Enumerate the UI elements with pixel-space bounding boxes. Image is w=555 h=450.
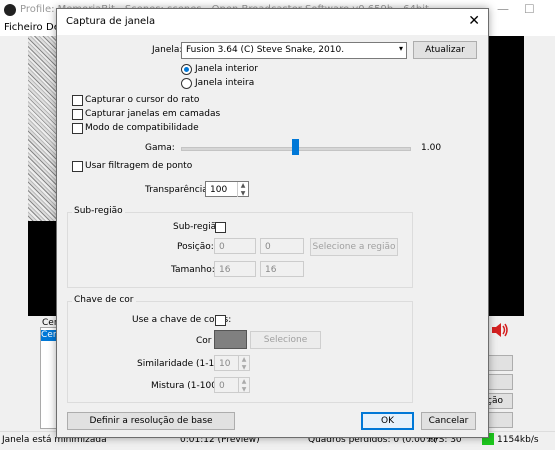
close-icon[interactable]: ✕ bbox=[468, 13, 480, 29]
window-select-value: Fusion 3.64 (C) Steve Snake, 2010. bbox=[186, 45, 345, 55]
transparency-input[interactable]: 100 ▲ ▼ bbox=[205, 181, 249, 197]
dialog-title-bar: Captura de janela ✕ bbox=[57, 9, 488, 35]
blend-value: 0 bbox=[219, 381, 225, 391]
color-swatch[interactable] bbox=[214, 330, 247, 349]
compat-mode-checkbox[interactable] bbox=[72, 123, 83, 134]
refresh-button[interactable]: Atualizar bbox=[413, 41, 477, 59]
colorkey-group-title: Chave de cor bbox=[72, 295, 136, 305]
spin-arrows-icon[interactable]: ▲ ▼ bbox=[238, 356, 249, 371]
position-label: Posição: bbox=[177, 242, 214, 252]
capture-layered-label: Capturar janelas em camadas bbox=[85, 109, 221, 119]
set-base-resolution-button[interactable]: Definir a resolução de base bbox=[67, 412, 235, 430]
capture-cursor-checkbox[interactable] bbox=[72, 95, 83, 106]
window-label: Janela: bbox=[152, 45, 183, 55]
size-label: Tamanho: bbox=[171, 265, 215, 275]
cancel-button[interactable]: Cancelar bbox=[421, 412, 476, 430]
window-capture-dialog: Captura de janela ✕ Janela: Fusion 3.64 … bbox=[56, 8, 489, 438]
dialog-title: Captura de janela bbox=[66, 16, 156, 27]
color-label: Cor bbox=[196, 336, 212, 346]
radio-full-window[interactable] bbox=[181, 78, 192, 89]
subregion-group-title: Sub-região bbox=[72, 206, 125, 216]
preview-area-left bbox=[28, 221, 58, 316]
spin-arrows-icon[interactable]: ▲ ▼ bbox=[238, 378, 249, 393]
preview-area bbox=[486, 36, 524, 316]
maximize-icon[interactable]: ☐ bbox=[524, 2, 535, 16]
compat-mode-label: Modo de compatibilidade bbox=[85, 123, 199, 133]
preview-noise bbox=[28, 36, 58, 221]
similarity-value: 10 bbox=[219, 359, 231, 369]
blend-label: Mistura (1-100): bbox=[151, 381, 224, 391]
right-panel-button[interactable] bbox=[486, 355, 513, 371]
speaker-icon[interactable] bbox=[490, 320, 510, 340]
right-action-button[interactable]: ção bbox=[486, 393, 513, 409]
subregion-checkbox[interactable] bbox=[215, 222, 226, 233]
gamma-slider-thumb[interactable] bbox=[292, 139, 299, 155]
position-x-input[interactable]: 0 bbox=[214, 238, 256, 254]
transparency-value: 100 bbox=[210, 185, 228, 195]
ok-button[interactable]: OK bbox=[361, 412, 414, 430]
right-panel-button-2[interactable] bbox=[486, 412, 513, 428]
radio-inner-window[interactable] bbox=[181, 64, 192, 75]
point-filter-label: Usar filtragem de ponto bbox=[85, 161, 193, 171]
gamma-value: 1.00 bbox=[421, 143, 442, 153]
minimize-icon[interactable]: — bbox=[497, 2, 509, 16]
radio-full-window-label: Janela inteira bbox=[195, 78, 255, 88]
transparency-label: Transparência: bbox=[145, 185, 211, 195]
spin-arrows-icon[interactable]: ▲ ▼ bbox=[237, 182, 248, 197]
capture-cursor-label: Capturar o cursor do rato bbox=[85, 95, 200, 105]
status-bitrate: 1154kb/s bbox=[497, 435, 539, 445]
use-colorkey-checkbox[interactable] bbox=[215, 315, 226, 326]
select-color-button[interactable]: Selecione bbox=[250, 331, 321, 349]
window-select[interactable]: Fusion 3.64 (C) Steve Snake, 2010. ▾ bbox=[181, 42, 407, 59]
size-height-input[interactable]: 16 bbox=[260, 261, 304, 277]
similarity-input[interactable]: 10 ▲ ▼ bbox=[214, 355, 250, 371]
chevron-down-icon: ▾ bbox=[398, 44, 403, 53]
size-width-input[interactable]: 16 bbox=[214, 261, 256, 277]
point-filter-checkbox[interactable] bbox=[72, 161, 83, 172]
blend-input[interactable]: 0 ▲ ▼ bbox=[214, 377, 250, 393]
capture-layered-checkbox[interactable] bbox=[72, 109, 83, 120]
right-panel-dropdown[interactable] bbox=[486, 374, 513, 390]
position-y-input[interactable]: 0 bbox=[260, 238, 304, 254]
gamma-label: Gama: bbox=[145, 143, 175, 153]
radio-inner-window-label: Janela interior bbox=[195, 64, 258, 74]
select-region-button[interactable]: Selecione a região bbox=[310, 238, 398, 256]
menu-ficheiro[interactable]: Ficheiro bbox=[4, 22, 43, 33]
app-icon bbox=[4, 4, 16, 16]
